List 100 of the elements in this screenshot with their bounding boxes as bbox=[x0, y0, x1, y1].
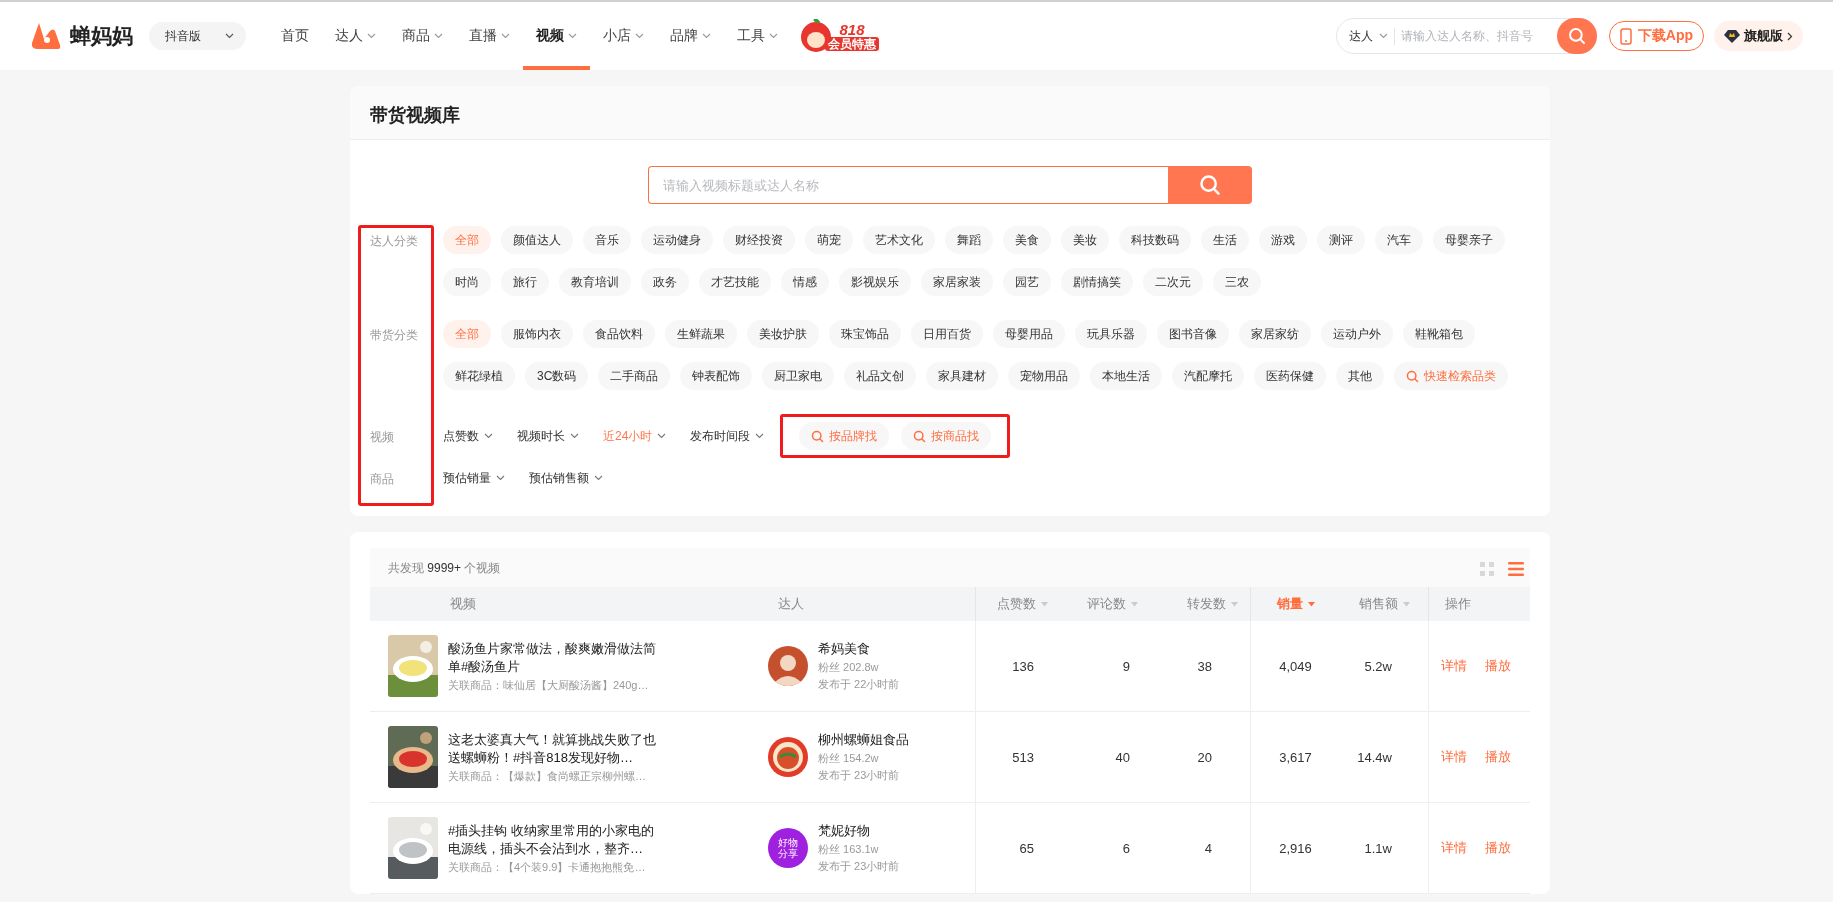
table-cell: 4,049 bbox=[1279, 658, 1312, 674]
category-chip[interactable]: 教育培训 bbox=[559, 268, 631, 296]
chevron-right-icon bbox=[1787, 31, 1793, 41]
scope-select[interactable]: 达人 bbox=[1348, 27, 1395, 45]
category-chip[interactable]: 母婴用品 bbox=[993, 320, 1065, 348]
category-chip[interactable]: 钟表配饰 bbox=[680, 362, 753, 390]
search-icon bbox=[1199, 174, 1221, 196]
category-chip[interactable]: 才艺技能 bbox=[699, 268, 771, 296]
category-chip[interactable]: 3C数码 bbox=[525, 362, 589, 390]
category-chip[interactable]: 艺术文化 bbox=[863, 226, 935, 254]
category-chip[interactable]: 宠物用品 bbox=[1008, 362, 1081, 390]
category-chip[interactable]: 汽车 bbox=[1375, 226, 1423, 254]
filter-label: 达人分类 bbox=[370, 233, 419, 250]
nav-item[interactable]: 品牌 bbox=[657, 2, 724, 70]
nav-item[interactable]: 首页 bbox=[268, 2, 322, 70]
phone-icon bbox=[1619, 27, 1632, 45]
nav-item[interactable]: 小店 bbox=[590, 2, 657, 70]
category-chip[interactable]: 影视娱乐 bbox=[839, 268, 911, 296]
platform-select[interactable]: 抖音版 bbox=[149, 22, 246, 50]
avatar-icon bbox=[768, 646, 808, 686]
category-chip[interactable]: 家具建材 bbox=[926, 362, 999, 390]
chevron-down-icon bbox=[769, 33, 778, 39]
category-chip[interactable]: 园艺 bbox=[1003, 268, 1051, 296]
category-chip[interactable]: 二次元 bbox=[1143, 268, 1203, 296]
category-chip[interactable]: 二手商品 bbox=[598, 362, 671, 390]
video-search-field[interactable]: 请输入视频标题或达人名称 bbox=[648, 166, 1168, 204]
nav-item[interactable]: 视频 bbox=[523, 2, 590, 70]
category-chip[interactable]: 珠宝饰品 bbox=[829, 320, 901, 348]
category-chip[interactable]: 医药保健 bbox=[1254, 362, 1327, 390]
category-chip[interactable]: 财经投资 bbox=[723, 226, 795, 254]
creator-name[interactable]: 梵妮好物 bbox=[818, 822, 900, 840]
category-chip[interactable]: 图书音像 bbox=[1157, 320, 1229, 348]
category-chip[interactable]: 本地生活 bbox=[1090, 362, 1163, 390]
filter-dropdown[interactable]: 预估销售额 bbox=[529, 464, 603, 492]
category-chip[interactable]: 玩具乐器 bbox=[1075, 320, 1147, 348]
category-chip[interactable]: 美妆 bbox=[1061, 226, 1109, 254]
table-cell: 65 bbox=[1019, 840, 1034, 856]
category-chip[interactable]: 政务 bbox=[641, 268, 689, 296]
column-header: 视频 bbox=[449, 595, 477, 613]
grid-view-icon[interactable] bbox=[1480, 561, 1494, 576]
sort-icon bbox=[1307, 601, 1315, 607]
chevron-down-icon bbox=[635, 33, 644, 39]
category-chip[interactable]: 音乐 bbox=[583, 226, 631, 254]
category-chip[interactable]: 生鲜蔬果 bbox=[665, 320, 737, 348]
search-button[interactable] bbox=[1556, 18, 1597, 54]
table-cell: 14.4w bbox=[1357, 749, 1392, 765]
category-chip[interactable]: 测评 bbox=[1317, 226, 1365, 254]
category-chip[interactable]: 厨卫家电 bbox=[762, 362, 835, 390]
fans-count: 粉丝 154.2w bbox=[818, 751, 880, 766]
video-title[interactable]: 酸汤鱼片家常做法，酸爽嫩滑做法简单#酸汤鱼片 bbox=[448, 639, 663, 676]
filter-dropdown[interactable]: 预估销量 bbox=[443, 464, 505, 492]
category-chip[interactable]: 美妆护肤 bbox=[747, 320, 819, 348]
category-chip[interactable]: 旅行 bbox=[501, 268, 549, 296]
category-chip[interactable]: 服饰内衣 bbox=[501, 320, 573, 348]
category-chip[interactable]: 鲜花绿植 bbox=[443, 362, 515, 390]
creator-name[interactable]: 希妈美食 bbox=[818, 640, 900, 658]
category-chip[interactable]: 鞋靴箱包 bbox=[1403, 320, 1475, 348]
promo-badge[interactable]: 818 会员特惠 bbox=[799, 19, 879, 53]
category-chip[interactable]: 时尚 bbox=[443, 268, 491, 296]
nav-item[interactable]: 达人 bbox=[322, 2, 389, 70]
sort-icon bbox=[1131, 601, 1138, 607]
category-chip[interactable]: 运动户外 bbox=[1321, 320, 1393, 348]
table-cell: 136 bbox=[1012, 658, 1034, 674]
filter-dropdown[interactable]: 发布时间段 bbox=[690, 422, 765, 450]
nav-item[interactable]: 直播 bbox=[456, 2, 523, 70]
video-title[interactable]: 这老太婆真大气！就算挑战失败了也送螺蛳粉！#抖音818发现好物… bbox=[448, 730, 663, 767]
category-chip[interactable]: 美食 bbox=[1003, 226, 1051, 254]
filter-dropdown[interactable]: 点赞数 bbox=[443, 422, 493, 450]
table-cell: 3,617 bbox=[1279, 749, 1312, 765]
logo-text[interactable]: 蝉妈妈 bbox=[70, 22, 133, 50]
search-button[interactable] bbox=[1168, 166, 1252, 204]
list-view-icon[interactable] bbox=[1508, 561, 1524, 576]
category-chip[interactable]: 运动健身 bbox=[641, 226, 713, 254]
category-chip[interactable]: 母婴亲子 bbox=[1433, 226, 1505, 254]
search-icon bbox=[1406, 369, 1420, 383]
category-chip[interactable]: 其他 bbox=[1336, 362, 1385, 390]
edition-button[interactable]: 旗舰版 bbox=[1714, 21, 1803, 51]
nav-item[interactable]: 商品 bbox=[389, 2, 456, 70]
category-chip[interactable]: 日用百货 bbox=[911, 320, 983, 348]
category-chip[interactable]: 萌宠 bbox=[805, 226, 853, 254]
category-chip[interactable]: 家居家装 bbox=[921, 268, 993, 296]
category-chip[interactable]: 情感 bbox=[781, 268, 829, 296]
category-chip[interactable]: 家居家纺 bbox=[1239, 320, 1311, 348]
category-chip[interactable]: 三农 bbox=[1213, 268, 1261, 296]
category-chip[interactable]: 舞蹈 bbox=[945, 226, 993, 254]
category-chip[interactable]: 颜值达人 bbox=[501, 226, 573, 254]
category-chip[interactable]: 礼品文创 bbox=[844, 362, 917, 390]
category-chip[interactable]: 生活 bbox=[1201, 226, 1249, 254]
category-chip[interactable]: 科技数码 bbox=[1119, 226, 1191, 254]
category-chip[interactable]: 游戏 bbox=[1259, 226, 1307, 254]
category-chip[interactable]: 食品饮料 bbox=[583, 320, 655, 348]
filter-label: 带货分类 bbox=[370, 327, 419, 344]
video-title[interactable]: #插头挂钩 收纳家里常用的小家电的电源线，插头不会沾到水，整齐… bbox=[448, 821, 663, 858]
chevron-down-icon bbox=[594, 475, 603, 481]
nav-item[interactable]: 工具 bbox=[724, 2, 791, 70]
filter-dropdown[interactable]: 视频时长 bbox=[517, 422, 579, 450]
category-chip[interactable]: 剧情搞笑 bbox=[1061, 268, 1133, 296]
category-chip[interactable]: 汽配摩托 bbox=[1172, 362, 1245, 390]
table-cell: 4 bbox=[1204, 840, 1212, 856]
creator-name[interactable]: 柳州螺蛳姐食品 bbox=[818, 731, 909, 749]
